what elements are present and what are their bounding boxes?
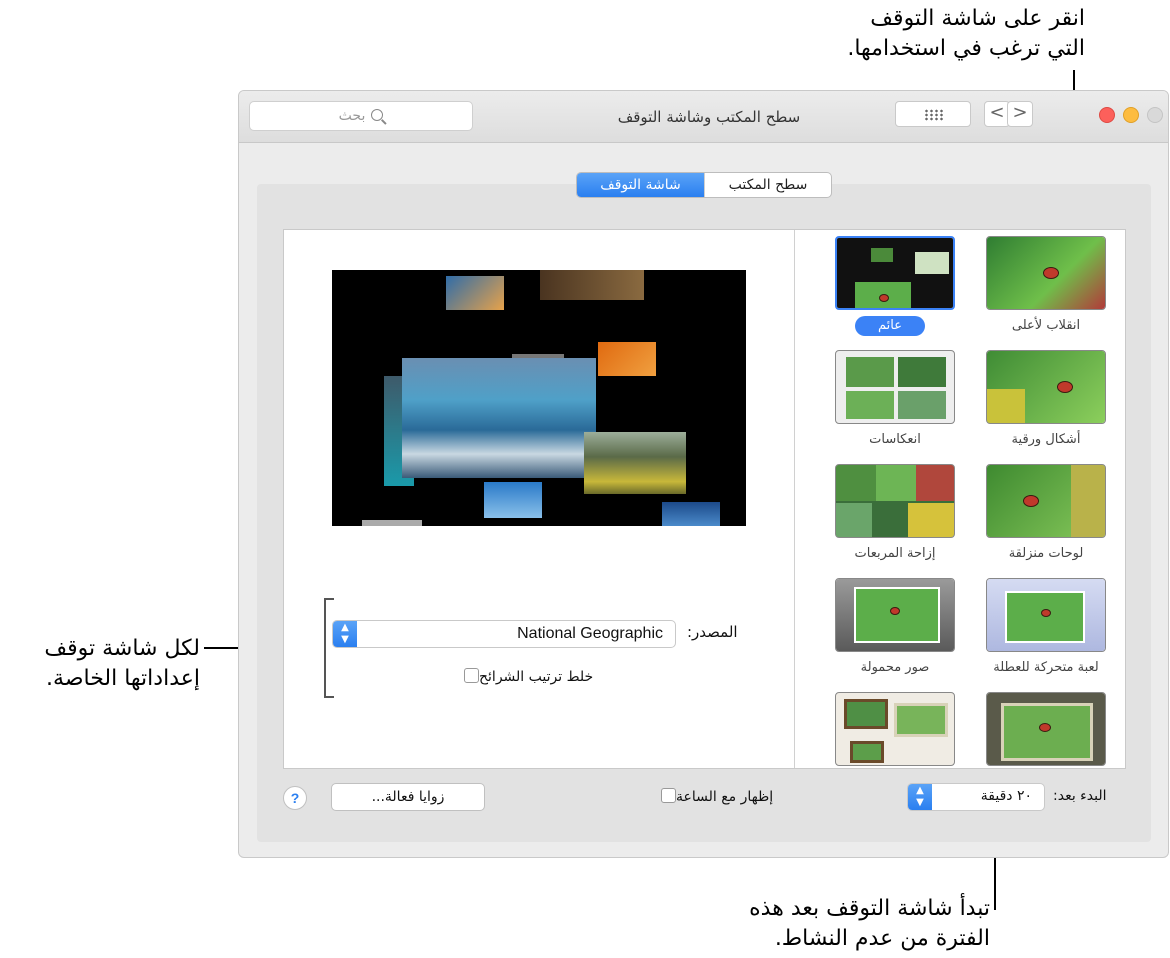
source-popup[interactable]: ▲ ▼ National Geographic [332, 620, 676, 648]
screensaver-thumb-vintage-prints[interactable] [986, 692, 1106, 766]
pane-divider [794, 230, 795, 768]
screensaver-label: لوحات منزلقة [1008, 546, 1084, 561]
grid-icon [924, 109, 944, 121]
preview-photo [402, 358, 596, 478]
forward-button[interactable]: > [1007, 101, 1033, 127]
show-clock-option[interactable]: إظهار مع الساعة [661, 788, 773, 805]
source-value: National Geographic [517, 625, 663, 642]
hot-corners-button[interactable]: زوايا فعالة... [331, 783, 485, 811]
callout-line: انقر على شاشة التوقف [870, 6, 1085, 31]
help-button[interactable]: ? [283, 786, 307, 810]
minimize-button[interactable] [1123, 107, 1139, 123]
screensaver-thumb-portable[interactable] [835, 578, 955, 652]
screensaver-thumb-reflections[interactable] [835, 350, 955, 424]
screensaver-pane: انقلاب لأعلى عائم أشكال ورقية انعكاسات ل… [283, 229, 1126, 769]
tab-control: سطح المكتب شاشة التوقف [576, 172, 832, 198]
callout-line: إعداداتها الخاصة. [46, 666, 200, 691]
screensaver-label: إزاحة المربعات [854, 546, 936, 561]
zoom-button[interactable] [1099, 107, 1115, 123]
show-clock-label: إظهار مع الساعة [676, 789, 774, 805]
screensaver-label: صور محمولة [860, 660, 930, 675]
window-title: سطح المكتب وشاشة التوقف [617, 108, 801, 126]
preview-photo [662, 502, 720, 526]
search-placeholder: بحث [338, 108, 366, 124]
preview-photo [598, 342, 656, 376]
close-button[interactable] [1147, 107, 1163, 123]
preview-photo [484, 482, 542, 518]
source-row: ▲ ▼ National Geographic المصدر: [332, 620, 757, 648]
callout-choose-screensaver: انقر على شاشة التوقف التي ترغب في استخدا… [847, 4, 1085, 64]
callout-line: تبدأ شاشة التوقف بعد هذه [749, 896, 990, 921]
chevron-right-icon: > [1012, 102, 1028, 123]
screensaver-label: أشكال ورقية [1011, 432, 1081, 447]
start-after-value: ٢٠ دقيقة [980, 788, 1032, 804]
shuffle-label: خلط ترتيب الشرائح [479, 669, 594, 685]
show-clock-checkbox[interactable] [661, 788, 676, 803]
screensaver-thumb-floating[interactable] [835, 236, 955, 310]
preferences-window: < > سطح المكتب وشاشة التوقف بحث سطح المك… [238, 90, 1169, 858]
screensaver-thumb-holiday-mobile[interactable] [986, 578, 1106, 652]
screensaver-label: انقلاب لأعلى [1011, 318, 1081, 333]
start-after-popup[interactable]: ▲ ▼ ٢٠ دقيقة [907, 783, 1045, 811]
search-field[interactable]: بحث [249, 101, 473, 131]
screensaver-label-selected: عائم [855, 316, 925, 336]
search-icon [371, 109, 384, 121]
preview-photo [540, 270, 644, 300]
callout-line: التي ترغب في استخدامها. [847, 36, 1085, 61]
show-all-button[interactable] [895, 101, 971, 127]
start-after-row: ▲ ▼ ٢٠ دقيقة البدء بعد: [907, 783, 1125, 811]
preview-photo [446, 276, 504, 310]
preview-photo [362, 520, 422, 526]
screensaver-thumb-classic[interactable] [835, 692, 955, 766]
screensaver-thumb-sliding-panels[interactable] [986, 464, 1106, 538]
callout-own-settings: لكل شاشة توقف إعداداتها الخاصة. [4, 634, 200, 694]
callout-line: لكل شاشة توقف [44, 636, 200, 661]
screensaver-label: انعكاسات [869, 432, 921, 447]
screensaver-preview [332, 270, 746, 526]
shuffle-checkbox[interactable] [464, 668, 479, 683]
chevron-updown-icon: ▲ ▼ [333, 621, 357, 647]
shuffle-option[interactable]: خلط ترتيب الشرائح [464, 668, 593, 685]
tab-screensaver[interactable]: شاشة التوقف [577, 173, 704, 197]
source-label: المصدر: [687, 623, 738, 641]
callout-start-after: تبدأ شاشة التوقف بعد هذه الفترة من عدم ا… [690, 894, 990, 954]
screensaver-thumb-shifting-tiles[interactable] [835, 464, 955, 538]
tab-desktop[interactable]: سطح المكتب [704, 173, 831, 197]
settings-bracket [324, 598, 334, 698]
callout-line: الفترة من عدم النشاط. [774, 926, 990, 951]
title-bar: < > سطح المكتب وشاشة التوقف بحث [239, 91, 1168, 143]
start-after-label: البدء بعد: [1053, 788, 1107, 804]
screensaver-thumb-flip-up[interactable] [986, 236, 1106, 310]
screensaver-thumb-paper-shapes[interactable] [986, 350, 1106, 424]
screensaver-label: لعبة متحركة للعطلة [993, 660, 1099, 675]
preview-photo [584, 432, 686, 494]
chevron-updown-icon: ▲ ▼ [908, 784, 932, 810]
chevron-left-icon: < [989, 102, 1005, 123]
